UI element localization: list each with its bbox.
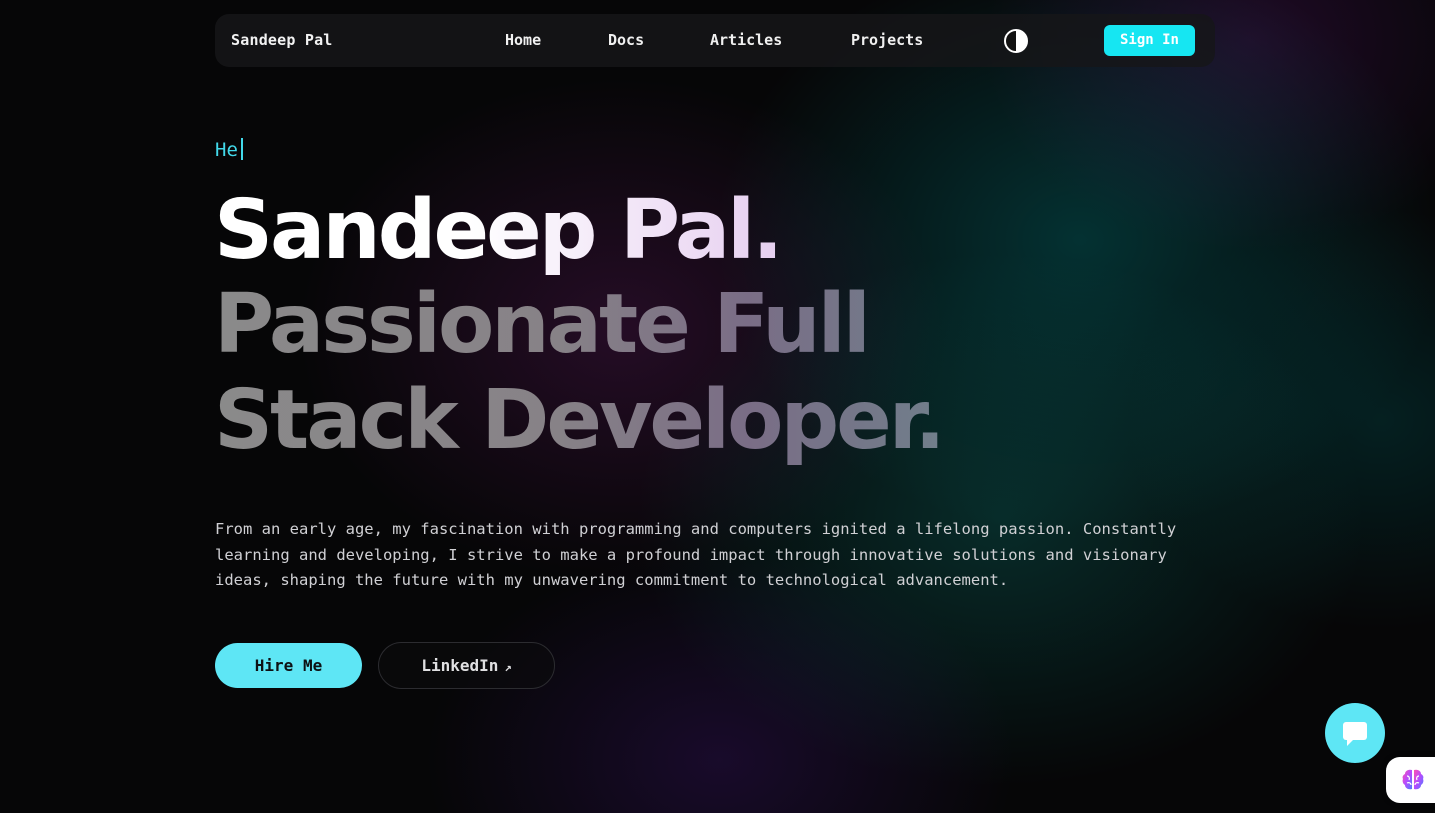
brain-icon <box>1402 769 1424 790</box>
ai-assistant-widget[interactable] <box>1386 757 1435 803</box>
hero-role: Passionate Full Stack Developer. <box>214 277 1074 469</box>
theme-toggle-icon[interactable] <box>1004 29 1028 53</box>
nav-link-articles[interactable]: Articles <box>710 14 782 67</box>
top-navbar: Sandeep Pal Home Docs Articles Projects … <box>215 14 1215 67</box>
typing-text-value: He <box>215 139 238 161</box>
chat-button[interactable] <box>1325 703 1385 763</box>
sign-in-button[interactable]: Sign In <box>1104 25 1195 56</box>
hero-name: Sandeep Pal. <box>214 183 783 278</box>
linkedin-label: LinkedIn <box>421 656 499 675</box>
nav-link-docs[interactable]: Docs <box>608 14 644 67</box>
hire-me-button[interactable]: Hire Me <box>215 643 362 688</box>
external-link-arrow-icon: ↗ <box>504 660 512 674</box>
chat-bubble-icon <box>1343 722 1367 746</box>
nav-link-home[interactable]: Home <box>505 14 541 67</box>
brand-logo-text[interactable]: Sandeep Pal <box>231 14 333 67</box>
linkedin-button[interactable]: LinkedIn ↗ <box>378 642 555 689</box>
nav-link-projects[interactable]: Projects <box>851 14 923 67</box>
hero-description: From an early age, my fascination with p… <box>215 520 1177 589</box>
typing-text: He <box>215 137 243 163</box>
typing-caret <box>240 138 243 160</box>
